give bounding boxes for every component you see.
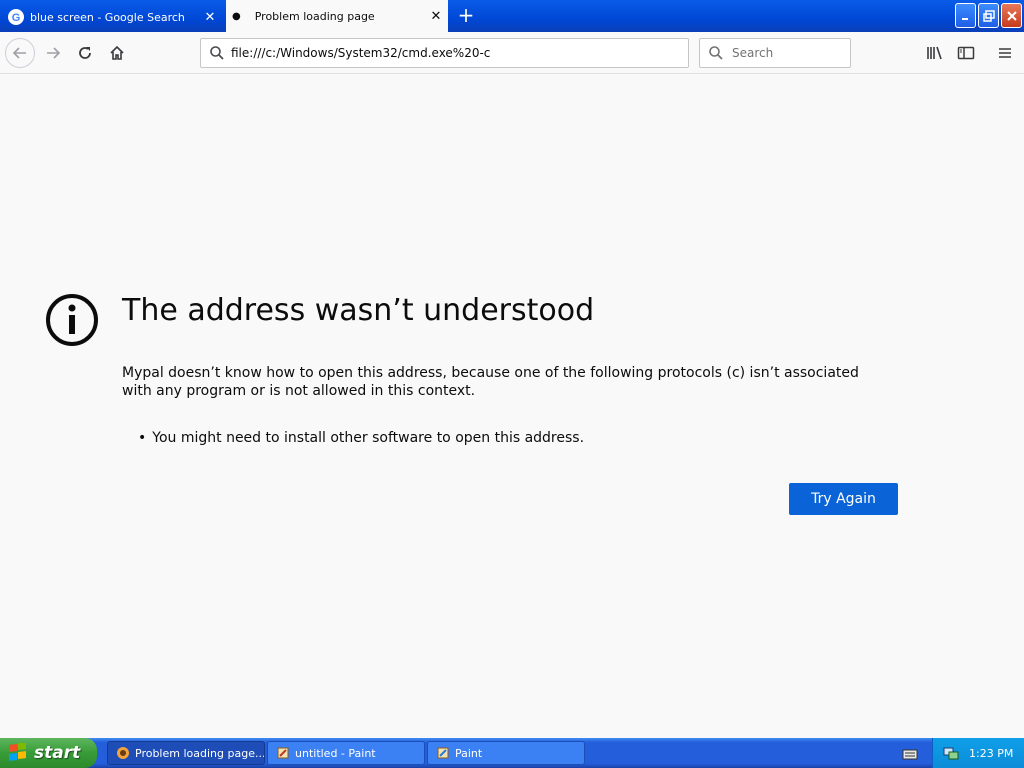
error-description: Mypal doesn’t know how to open this addr…	[122, 365, 859, 399]
start-label: start	[34, 743, 81, 763]
restore-button[interactable]	[978, 3, 999, 28]
tab-label: Problem loading page	[254, 9, 375, 23]
search-placeholder[interactable]: Search	[732, 46, 773, 60]
library-icon	[927, 46, 942, 60]
reload-icon	[79, 47, 91, 59]
suggestion-list: You might need to install other software…	[122, 430, 584, 446]
tab-problem-loading[interactable]: ● Problem loading page ✕	[226, 0, 448, 32]
search-bar[interactable]: Search	[699, 38, 851, 68]
taskbar-item-label: Paint	[455, 746, 483, 760]
taskbar-item-label: Problem loading page...	[135, 746, 264, 760]
taskbar: start Problem loading page... untitled -…	[0, 738, 1024, 768]
forward-button[interactable]	[38, 38, 68, 68]
taskbar-item-paint-untitled[interactable]: untitled - Paint	[267, 741, 425, 765]
tab-close-icon[interactable]: ✕	[198, 10, 222, 25]
system-tray: 1:23 PM	[932, 738, 1024, 768]
sidebar-icon	[957, 46, 975, 60]
start-button[interactable]: start	[0, 738, 97, 768]
browser-titlebar: G blue screen - Google Search ✕ ● Proble…	[0, 0, 1024, 32]
menu-button[interactable]	[990, 38, 1020, 68]
back-button[interactable]	[5, 38, 35, 68]
tab-close-icon[interactable]: ✕	[424, 9, 448, 24]
clock[interactable]: 1:23 PM	[969, 747, 1013, 760]
tab-google-search[interactable]: G blue screen - Google Search ✕	[0, 2, 222, 32]
info-icon	[45, 293, 99, 351]
network-icon[interactable]	[943, 745, 959, 761]
reload-button[interactable]	[70, 38, 100, 68]
arrow-left-icon	[12, 47, 26, 59]
search-icon	[708, 45, 724, 61]
url-bar[interactable]: file:///c:/Windows/System32/cmd.exe%20-c	[200, 38, 689, 68]
search-icon	[209, 45, 225, 61]
try-again-button[interactable]: Try Again	[789, 483, 898, 515]
tab-label: blue screen - Google Search	[30, 10, 185, 24]
url-text[interactable]: file:///c:/Windows/System32/cmd.exe%20-c	[231, 46, 490, 60]
windows-flag-icon	[8, 743, 28, 763]
home-button[interactable]	[102, 38, 132, 68]
close-window-button[interactable]	[1001, 3, 1022, 28]
paint-app-icon	[276, 746, 290, 760]
minimize-button[interactable]	[955, 3, 976, 28]
paint-app-icon	[436, 746, 450, 760]
page-title: The address wasn’t understood	[122, 293, 595, 328]
loading-dot-icon: ●	[232, 10, 241, 22]
keyboard-icon[interactable]	[902, 746, 918, 765]
list-item: You might need to install other software…	[122, 430, 584, 446]
navigation-toolbar: file:///c:/Windows/System32/cmd.exe%20-c…	[0, 32, 1024, 74]
arrow-right-icon	[47, 47, 61, 59]
sidebar-toggle-button[interactable]	[951, 38, 981, 68]
browser-app-icon	[116, 746, 130, 760]
taskbar-item-paint[interactable]: Paint	[427, 741, 585, 765]
error-page: The address wasn’t understood Mypal does…	[0, 75, 1024, 738]
taskbar-item-browser[interactable]: Problem loading page...	[107, 741, 265, 765]
svg-text:G: G	[12, 12, 21, 23]
google-icon: G	[8, 9, 24, 25]
home-icon	[110, 45, 124, 60]
taskbar-item-label: untitled - Paint	[295, 746, 376, 760]
hamburger-menu-icon	[999, 48, 1011, 58]
library-button[interactable]	[920, 38, 950, 68]
new-tab-plus-icon[interactable]: +	[452, 2, 480, 30]
